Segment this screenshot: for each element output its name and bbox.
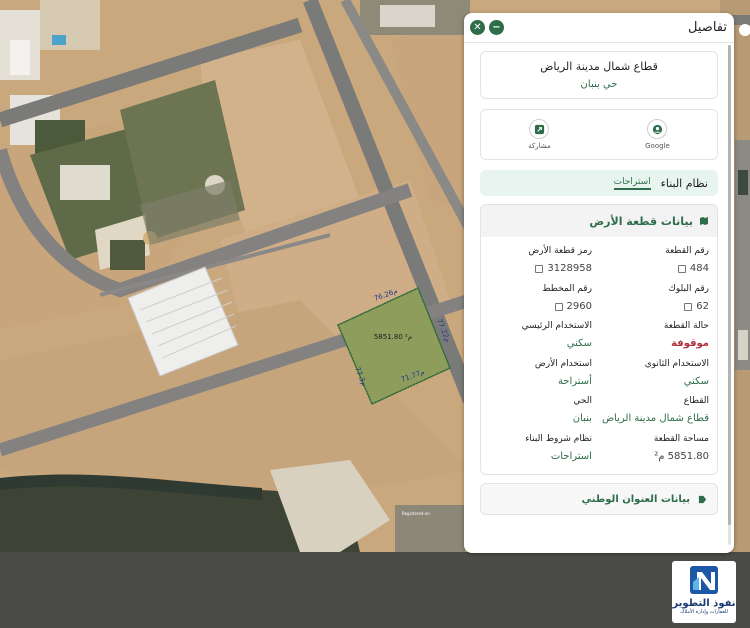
bottom-bar [0,552,750,628]
logo-subtitle: للعقارات وإدارة الأملاك [680,609,728,615]
field-label: الحي [573,396,592,406]
panel-title: تفاصيل [688,20,727,35]
panel-header: تفاصيل ✕ − [464,13,734,43]
field-plot-area: مساحة القطعة 5851.80 م² [602,431,709,469]
status-badge: موقوفة [671,338,709,349]
land-data-header[interactable]: بيانات قطعة الأرض [481,205,717,237]
district-card: قطاع شمال مدينة الرياض حي بنبان [480,51,718,99]
registered-label: Registered on [402,511,430,516]
field-label: رقم القطعة [665,246,709,256]
field-label: نظام شروط البناء [525,433,592,444]
field-sector: القطاع قطاع شمال مدينة الرياض [602,393,709,431]
field-label: القطاع [683,396,709,406]
map-icon [700,217,708,225]
land-data-grid: رقم القطعة 484 رمز قطعة الأرض 3128958 رق… [481,237,717,474]
field-plot-number: رقم القطعة 484 [602,243,709,281]
field-value: 5851.80 م² [654,450,709,462]
field-block-number: رقم البلوك 62 [602,281,709,319]
field-value: أستراحة [557,375,592,387]
field-district: الحي بنبان [489,393,592,431]
field-value: استراحات [550,450,592,462]
field-label: حالة القطعة [663,321,709,331]
actions-card: مشاركة Google [480,109,718,160]
field-value: 62 [696,300,709,312]
minimize-button[interactable]: − [489,20,504,35]
national-address-card[interactable]: بيانات العنوان الوطني [480,483,718,515]
copy-icon[interactable] [554,302,563,311]
field-value: 3128958 [547,263,592,274]
district-subtitle: حي بنبان [580,79,618,90]
panel-scrollbar[interactable] [728,45,731,545]
field-label: استخدام الأرض [534,358,592,369]
field-label: الاستخدام الرئيسي [521,321,592,331]
share-icon [529,119,550,139]
field-value: سكني [566,338,592,349]
land-data-card: بيانات قطعة الأرض رقم القطعة 484 رمز قطع… [480,204,718,475]
field-building-conditions: نظام شروط البناء استراحات [489,431,592,469]
tab-building-system[interactable]: نظام البناء [661,177,708,190]
building-system-tabs: نظام البناء استراحات [480,170,718,196]
tag-icon [698,495,707,503]
details-panel: تفاصيل ✕ − قطاع شمال مدينة الرياض حي بنب… [464,13,734,553]
field-label: رمز قطعة الأرض [528,246,592,256]
field-scheme-number: رقم المخطط 2960 [489,281,592,319]
field-plot-code: رمز قطعة الأرض 3128958 [489,243,592,281]
field-value: قطاع شمال مدينة الرياض [601,413,709,424]
share-button[interactable]: مشاركة [528,119,551,150]
field-value: بنبان [572,413,592,424]
national-address-title: بيانات العنوان الوطني [581,493,690,505]
copy-icon[interactable] [677,265,686,273]
google-maps-label: Google [645,142,670,150]
google-maps-icon [647,119,668,139]
field-land-use: استخدام الأرض أستراحة [489,356,592,394]
google-maps-button[interactable]: Google [645,119,670,150]
field-value: سكني [683,375,709,387]
district-title: قطاع شمال مدينة الرياض [540,60,658,73]
copy-icon[interactable] [535,265,544,273]
tab-rest-houses[interactable]: استراحات [613,177,651,190]
share-label: مشاركة [528,142,551,150]
field-label: الاستخدام الثانوي [644,358,709,369]
logo-mark-icon [690,566,718,594]
field-label: رقم البلوك [668,283,709,294]
field-plot-status: حالة القطعة موقوفة [602,318,709,356]
scrollbar-thumb[interactable] [728,45,731,525]
copy-icon[interactable] [684,302,693,311]
company-logo: نفوذ التطوير للعقارات وإدارة الأملاك [672,561,736,623]
land-data-title: بيانات قطعة الأرض [589,214,693,228]
field-label: مساحة القطعة [653,433,709,444]
field-value: 2960 [566,300,592,312]
field-main-use: الاستخدام الرئيسي سكني [489,318,592,356]
logo-name: نفوذ التطوير [672,598,736,609]
field-label: رقم المخطط [542,283,592,294]
plot-area-label: 5851.80 م² [374,333,412,341]
field-secondary-use: الاستخدام الثانوي سكني [602,356,709,394]
field-value: 484 [689,263,709,274]
close-button[interactable]: ✕ [470,20,485,35]
panel-body: قطاع شمال مدينة الرياض حي بنبان مشاركة G… [464,43,728,553]
close-icon: ✕ [473,22,482,33]
minimize-icon: − [492,22,501,33]
